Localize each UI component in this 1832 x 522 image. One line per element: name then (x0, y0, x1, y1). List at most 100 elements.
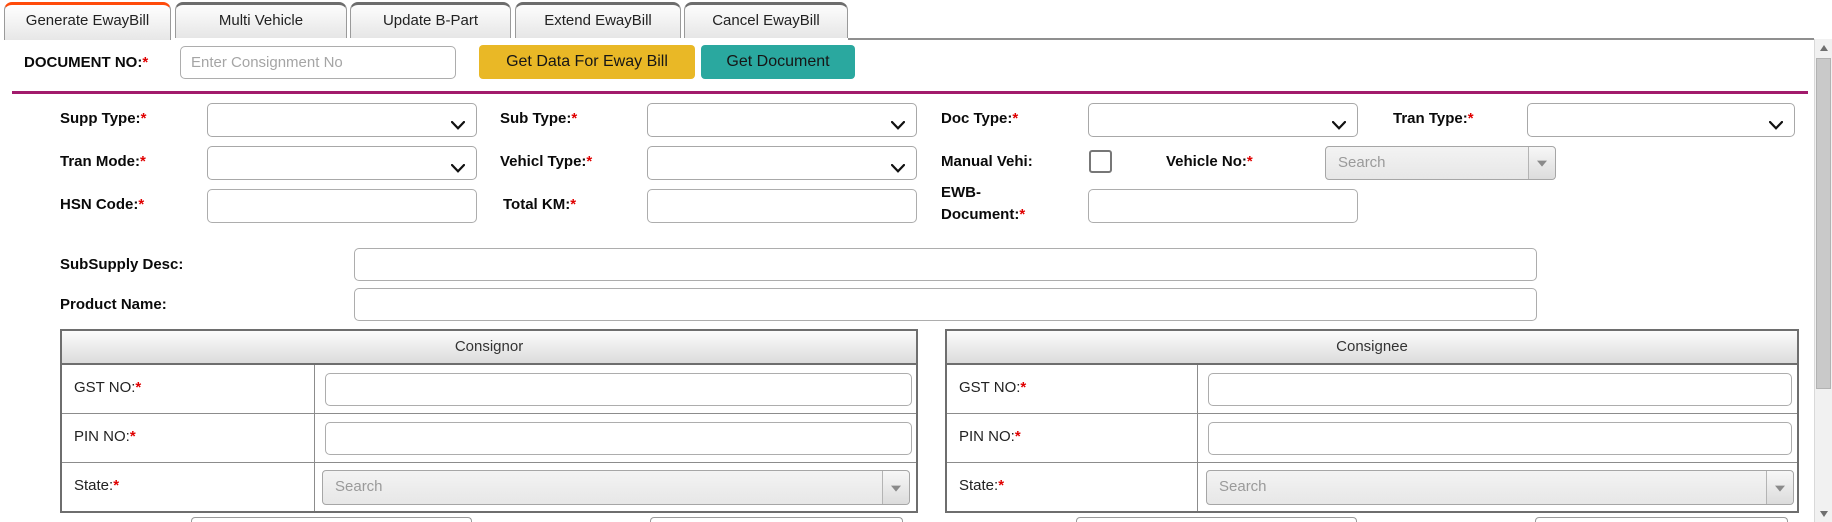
hsn-code-input[interactable] (207, 189, 477, 223)
cutoff-box (1076, 517, 1357, 522)
vehicl-type-label: Vehicl Type:* (500, 153, 593, 170)
section-divider-rule (12, 91, 1808, 94)
chevron-down-icon (890, 117, 906, 135)
consignee-gst-row: GST NO:* (947, 365, 1797, 414)
total-km-label: Total KM:* (503, 196, 577, 213)
consignor-gst-input[interactable] (325, 373, 912, 406)
total-km-input[interactable] (647, 189, 917, 223)
consignee-state-row: State:* Search (947, 463, 1797, 511)
manual-vehi-checkbox[interactable] (1089, 150, 1112, 173)
consignee-panel: Consignee GST NO:* PIN NO:* State:* Sear… (945, 329, 1799, 513)
doc-type-label: Doc Type:* (941, 110, 1019, 127)
product-name-label: Product Name: (60, 296, 167, 313)
subsupply-desc-input[interactable] (354, 248, 1537, 281)
sub-type-label: Sub Type:* (500, 110, 578, 127)
consignor-state-label: State:* (62, 463, 315, 511)
triangle-down-icon (1537, 160, 1547, 167)
consignor-state-row: State:* Search (62, 463, 916, 511)
consignor-gst-label: GST NO:* (62, 365, 315, 413)
scroll-down-button[interactable] (1815, 505, 1832, 522)
doc-type-select[interactable] (1088, 103, 1358, 137)
document-no-label: DOCUMENT NO:* (24, 54, 149, 71)
chevron-down-icon (1768, 117, 1784, 135)
tran-mode-select[interactable] (207, 146, 477, 180)
combo-dropdown-button[interactable] (1766, 471, 1793, 504)
triangle-down-icon (1820, 511, 1828, 518)
required-marker: * (1019, 206, 1026, 223)
consignee-panel-header: Consignee (947, 331, 1797, 365)
search-placeholder: Search (1338, 154, 1386, 171)
cutoff-box (650, 517, 903, 522)
search-placeholder: Search (1219, 478, 1267, 495)
required-marker: * (129, 428, 136, 445)
required-marker: * (140, 110, 147, 127)
scroll-up-button[interactable] (1815, 39, 1832, 56)
vehicle-no-label: Vehicle No:* (1166, 153, 1253, 170)
document-no-input[interactable] (180, 46, 456, 79)
consignor-pin-input[interactable] (325, 422, 912, 455)
tab-extend-ewaybill[interactable]: Extend EwayBill (515, 2, 681, 38)
required-marker: * (586, 153, 593, 170)
consignee-pin-input[interactable] (1208, 422, 1792, 455)
cutoff-box (191, 517, 472, 522)
consignee-state-search-combobox[interactable]: Search (1206, 470, 1794, 505)
required-marker: * (1014, 428, 1021, 445)
product-name-input[interactable] (354, 288, 1537, 321)
tran-type-select[interactable] (1527, 103, 1795, 137)
supp-type-select[interactable] (207, 103, 477, 137)
required-marker: * (142, 54, 149, 71)
consignor-pin-label: PIN NO:* (62, 414, 315, 462)
required-marker: * (570, 196, 577, 213)
ewb-document-input[interactable] (1088, 189, 1358, 223)
tab-update-b-part[interactable]: Update B-Part (350, 2, 511, 38)
vehicl-type-select[interactable] (647, 146, 917, 180)
consignee-gst-input[interactable] (1208, 373, 1792, 406)
consignor-gst-row: GST NO:* (62, 365, 916, 414)
scrollbar-thumb[interactable] (1816, 58, 1831, 389)
consignee-pin-row: PIN NO:* (947, 414, 1797, 463)
get-data-for-eway-bill-button[interactable]: Get Data For Eway Bill (479, 45, 695, 79)
consignor-panel-header: Consignor (62, 331, 916, 365)
manual-vehi-label: Manual Vehi: (941, 153, 1033, 170)
tab-cancel-ewaybill[interactable]: Cancel EwayBill (684, 2, 848, 38)
tabstrip-border (848, 38, 1814, 40)
ewb-document-label: EWB-Document:* (941, 184, 1026, 223)
required-marker: * (1012, 110, 1019, 127)
required-marker: * (113, 477, 120, 494)
subsupply-desc-label: SubSupply Desc: (60, 256, 184, 273)
chevron-down-icon (450, 160, 466, 178)
vertical-scrollbar[interactable] (1814, 39, 1832, 522)
get-document-button[interactable]: Get Document (701, 45, 855, 79)
required-marker: * (571, 110, 578, 127)
tran-mode-label: Tran Mode:* (60, 153, 146, 170)
consignee-gst-label: GST NO:* (947, 365, 1198, 413)
consignee-state-label: State:* (947, 463, 1198, 511)
required-marker: * (1467, 110, 1474, 127)
chevron-down-icon (1331, 117, 1347, 135)
tran-type-label: Tran Type:* (1393, 110, 1474, 127)
required-marker: * (1246, 153, 1253, 170)
consignee-pin-label: PIN NO:* (947, 414, 1198, 462)
tab-multi-vehicle[interactable]: Multi Vehicle (175, 2, 347, 38)
triangle-up-icon (1820, 45, 1828, 52)
triangle-down-icon (1775, 485, 1785, 492)
chevron-down-icon (450, 117, 466, 135)
chevron-down-icon (890, 160, 906, 178)
required-marker: * (140, 153, 146, 170)
supp-type-label: Supp Type:* (60, 110, 147, 127)
combo-dropdown-button[interactable] (882, 471, 909, 504)
consignor-panel: Consignor GST NO:* PIN NO:* State:* Sear… (60, 329, 918, 513)
cutoff-box (1535, 517, 1788, 522)
required-marker: * (138, 196, 145, 213)
eway-bill-page: Generate EwayBill Multi Vehicle Update B… (0, 0, 1832, 522)
search-placeholder: Search (335, 478, 383, 495)
hsn-code-label: HSN Code:* (60, 196, 145, 213)
vehicle-no-search-combobox[interactable]: Search (1325, 146, 1556, 180)
sub-type-select[interactable] (647, 103, 917, 137)
tab-generate-ewaybill[interactable]: Generate EwayBill (4, 2, 171, 40)
triangle-down-icon (891, 485, 901, 492)
required-marker: * (998, 477, 1005, 494)
consignor-state-search-combobox[interactable]: Search (322, 470, 910, 505)
combo-dropdown-button[interactable] (1528, 147, 1555, 179)
required-marker: * (135, 379, 142, 396)
